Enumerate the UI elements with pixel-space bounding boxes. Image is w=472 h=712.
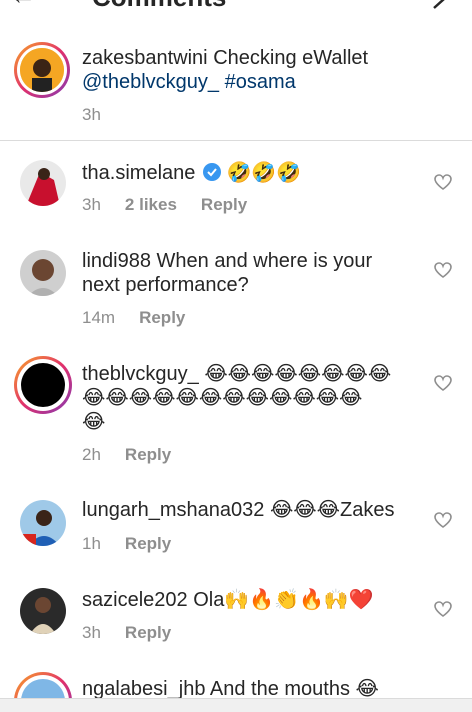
avatar[interactable]	[20, 160, 66, 206]
comment-meta: 2h Reply	[82, 445, 171, 465]
comment-body-line2: next performance?	[82, 274, 249, 296]
comment-body-line2: 😂😂😂😂😂😂😂😂😂😂😂😂	[82, 387, 363, 409]
comment-meta: 1h Reply	[82, 534, 171, 554]
header: ← Comments	[0, 0, 472, 14]
caption-body: Checking eWallet	[213, 47, 369, 69]
avatar-image	[20, 48, 64, 92]
comment-text: tha.simelane 🤣🤣🤣	[82, 161, 301, 185]
avatar[interactable]	[21, 363, 65, 407]
comment-likes[interactable]: 2 likes	[125, 195, 177, 214]
page-title: Comments	[92, 0, 226, 10]
heart-icon[interactable]	[434, 174, 452, 190]
comment-username[interactable]: lindi988	[82, 250, 151, 272]
comment-body: Ola🙌🔥👏🔥🙌❤️	[193, 589, 374, 611]
reply-button[interactable]: Reply	[139, 308, 185, 327]
avatar[interactable]	[20, 48, 64, 92]
reply-button[interactable]: Reply	[125, 534, 171, 553]
comment-body: And the mouths 😂	[209, 678, 379, 700]
comment-time: 3h	[82, 195, 101, 214]
avatar-image	[20, 500, 66, 546]
caption-hashtag[interactable]: #osama	[225, 71, 296, 93]
avatar-image	[20, 250, 66, 296]
heart-icon[interactable]	[434, 601, 452, 617]
divider	[0, 140, 472, 141]
comment-body: 😂😂😂Zakes	[269, 499, 395, 521]
comment-meta: 3h 2 likes Reply	[82, 195, 247, 215]
back-arrow-icon[interactable]: ←	[10, 0, 36, 8]
comment-body: 😂😂😂😂😂😂😂😂	[204, 363, 392, 385]
comment-username[interactable]: theblvckguy_	[82, 363, 199, 385]
comment-meta: 3h Reply	[82, 623, 171, 643]
comment-time: 14m	[82, 308, 116, 327]
comment-meta: 14m Reply	[82, 308, 185, 328]
comment-input-bar[interactable]	[0, 698, 472, 712]
heart-icon[interactable]	[434, 375, 452, 391]
avatar[interactable]	[20, 250, 66, 296]
reply-button[interactable]: Reply	[125, 623, 171, 642]
comment-body: 🤣🤣🤣	[226, 162, 302, 184]
caption-time: 3h	[82, 105, 101, 124]
comment-body: When and where is your	[156, 250, 373, 272]
post-caption: zakesbantwini Checking eWallet @theblvck…	[0, 40, 472, 140]
comment-body-line3: 😂	[82, 411, 106, 433]
reply-button[interactable]: Reply	[201, 195, 247, 214]
comment-text: lindi988 When and where is your next per…	[82, 249, 422, 297]
comment-username[interactable]: lungarh_mshana032	[82, 499, 264, 521]
comment-time: 1h	[82, 534, 101, 553]
caption-username[interactable]: zakesbantwini	[82, 47, 208, 69]
comment-text: lungarh_mshana032 😂😂😂Zakes	[82, 498, 395, 522]
comment-text: theblvckguy_ 😂😂😂😂😂😂😂😂 😂😂😂😂😂😂😂😂😂😂😂😂 😂	[82, 362, 427, 434]
heart-icon[interactable]	[434, 262, 452, 278]
caption-text: zakesbantwini Checking eWallet @theblvck…	[82, 46, 462, 94]
reply-button[interactable]: Reply	[125, 445, 171, 464]
comment-username[interactable]: sazicele202	[82, 589, 188, 611]
verified-badge-icon	[202, 163, 221, 181]
avatar[interactable]	[20, 588, 66, 634]
comment-text: sazicele202 Ola🙌🔥👏🔥🙌❤️	[82, 588, 374, 612]
comment-username[interactable]: ngalabesi_jhb	[82, 678, 205, 700]
comment-username[interactable]: tha.simelane	[82, 162, 195, 184]
avatar-image	[20, 588, 66, 634]
comment-time: 3h	[82, 623, 101, 642]
avatar-image	[20, 160, 66, 206]
caption-mention[interactable]: @theblvckguy_	[82, 71, 219, 93]
avatar[interactable]	[20, 500, 66, 546]
send-icon[interactable]	[432, 0, 446, 10]
comment-time: 2h	[82, 445, 101, 464]
heart-icon[interactable]	[434, 512, 452, 528]
